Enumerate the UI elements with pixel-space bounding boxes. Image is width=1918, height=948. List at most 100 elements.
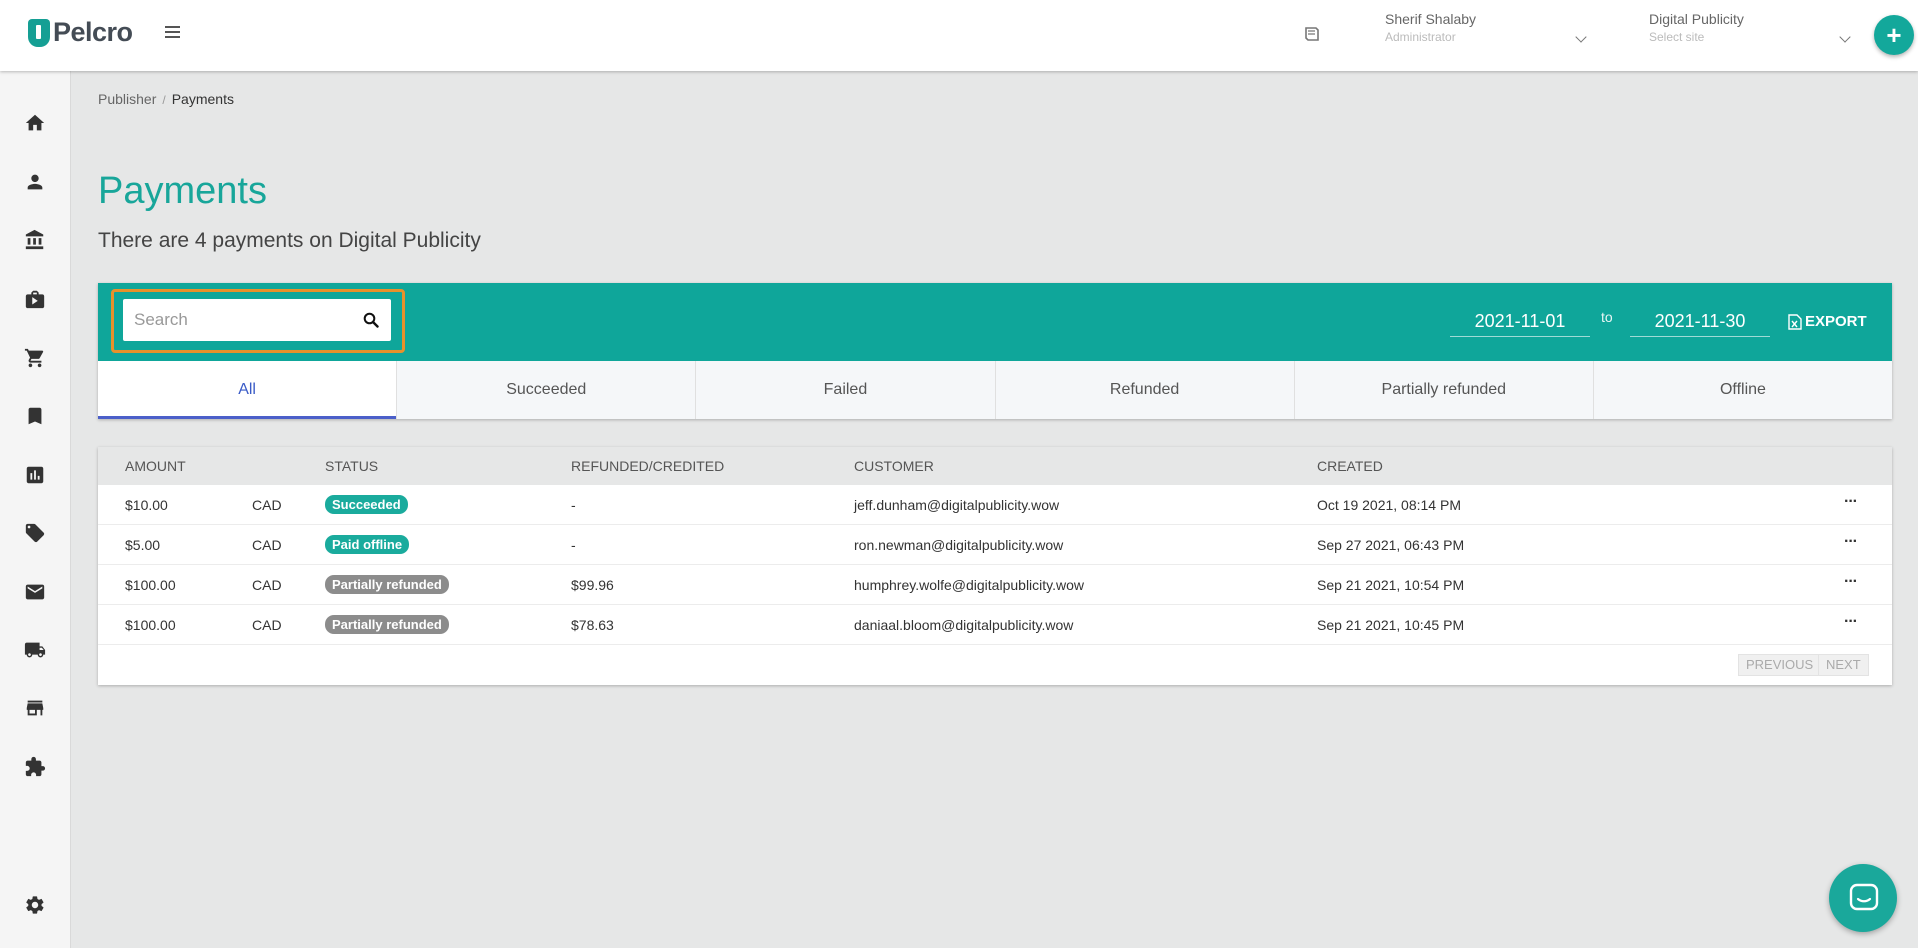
briefcase-icon bbox=[25, 290, 45, 309]
sidebar-item-orders[interactable] bbox=[23, 346, 47, 370]
site-placeholder: Select site bbox=[1649, 30, 1705, 44]
column-header-amount[interactable]: AMOUNT bbox=[125, 458, 186, 474]
previous-page-button[interactable]: PREVIOUS bbox=[1738, 654, 1822, 676]
sidebar-item-integrations[interactable] bbox=[23, 755, 47, 779]
amount-cell: $5.00 bbox=[125, 537, 161, 553]
chat-icon bbox=[1849, 883, 1879, 911]
sidebar-item-customers[interactable] bbox=[23, 170, 47, 194]
logo-text: Pelcro bbox=[53, 17, 133, 47]
amount-cell: $100.00 bbox=[125, 577, 176, 593]
date-to-input[interactable]: 2021-11-30 bbox=[1630, 307, 1770, 337]
user-selector[interactable]: Sherif Shalaby Administrator bbox=[1385, 11, 1587, 51]
more-options-icon[interactable]: ··· bbox=[1844, 533, 1858, 551]
sidebar-item-reports[interactable] bbox=[23, 463, 47, 487]
tab-partially-refunded[interactable]: Partially refunded bbox=[1295, 361, 1594, 419]
status-tabs: All Succeeded Failed Refunded Partially … bbox=[98, 361, 1892, 419]
payments-table: AMOUNT STATUS REFUNDED/CREDITED CUSTOMER… bbox=[98, 447, 1892, 685]
bookmark-icon bbox=[28, 407, 42, 425]
excel-file-icon bbox=[1788, 313, 1802, 330]
sidebar-item-products[interactable] bbox=[23, 287, 47, 311]
sidebar-item-store[interactable] bbox=[23, 696, 47, 720]
status-badge: Partially refunded bbox=[325, 615, 449, 634]
sidebar-item-settings[interactable] bbox=[23, 893, 47, 917]
tab-succeeded[interactable]: Succeeded bbox=[397, 361, 697, 419]
tab-all[interactable]: All bbox=[98, 361, 398, 419]
bank-icon bbox=[25, 229, 44, 250]
sidebar-item-emails[interactable] bbox=[23, 580, 47, 604]
sidebar-item-shipping[interactable] bbox=[23, 638, 47, 662]
mail-icon bbox=[25, 584, 45, 600]
refunded-cell: $99.96 bbox=[571, 577, 614, 593]
sidebar bbox=[0, 71, 71, 948]
puzzle-icon bbox=[25, 756, 46, 777]
created-cell: Sep 27 2021, 06:43 PM bbox=[1317, 537, 1465, 553]
cart-icon bbox=[24, 348, 44, 368]
pelcro-logo[interactable]: Pelcro bbox=[28, 17, 133, 48]
date-from-input[interactable]: 2021-11-01 bbox=[1450, 307, 1590, 337]
filter-panel: 2021-11-01 to 2021-11-30 EXPORT All Succ… bbox=[98, 283, 1892, 419]
sidebar-item-home[interactable] bbox=[23, 111, 47, 135]
menu-icon[interactable] bbox=[165, 26, 180, 38]
export-label: EXPORT bbox=[1805, 313, 1867, 330]
site-selector[interactable]: Digital Publicity Select site bbox=[1649, 11, 1851, 51]
breadcrumb-publisher[interactable]: Publisher bbox=[98, 91, 156, 107]
table-row[interactable]: $5.00 CAD Paid offline - ron.newman@digi… bbox=[98, 525, 1892, 565]
export-button[interactable]: EXPORT bbox=[1788, 313, 1867, 330]
gear-icon bbox=[26, 896, 44, 914]
table-row[interactable]: $100.00 CAD Partially refunded $78.63 da… bbox=[98, 605, 1892, 645]
add-button[interactable]: + bbox=[1874, 15, 1914, 55]
currency-cell: CAD bbox=[252, 537, 282, 553]
table-header: AMOUNT STATUS REFUNDED/CREDITED CUSTOMER… bbox=[98, 447, 1892, 485]
column-header-refunded[interactable]: REFUNDED/CREDITED bbox=[571, 458, 724, 474]
more-options-icon[interactable]: ··· bbox=[1844, 573, 1858, 591]
store-icon bbox=[26, 700, 44, 716]
home-icon bbox=[25, 114, 45, 131]
more-options-icon[interactable]: ··· bbox=[1844, 493, 1858, 511]
search-input[interactable] bbox=[123, 299, 353, 341]
customer-cell[interactable]: ron.newman@digitalpublicity.wow bbox=[854, 537, 1063, 553]
column-header-status[interactable]: STATUS bbox=[325, 458, 378, 474]
created-cell: Oct 19 2021, 08:14 PM bbox=[1317, 497, 1461, 513]
customer-cell[interactable]: daniaal.bloom@digitalpublicity.wow bbox=[854, 617, 1073, 633]
book-icon[interactable] bbox=[1304, 27, 1320, 41]
currency-cell: CAD bbox=[252, 497, 282, 513]
sidebar-item-bank[interactable] bbox=[23, 228, 47, 252]
table-row[interactable]: $10.00 CAD Succeeded - jeff.dunham@digit… bbox=[98, 485, 1892, 525]
sidebar-item-coupons[interactable] bbox=[23, 521, 47, 545]
tab-offline[interactable]: Offline bbox=[1594, 361, 1892, 419]
table-row[interactable]: $100.00 CAD Partially refunded $99.96 hu… bbox=[98, 565, 1892, 605]
column-header-customer[interactable]: CUSTOMER bbox=[854, 458, 934, 474]
amount-cell: $100.00 bbox=[125, 617, 176, 633]
search-box bbox=[123, 299, 391, 341]
status-badge: Succeeded bbox=[325, 495, 408, 514]
refunded-cell: $78.63 bbox=[571, 617, 614, 633]
customer-cell[interactable]: humphrey.wolfe@digitalpublicity.wow bbox=[854, 577, 1084, 593]
currency-cell: CAD bbox=[252, 577, 282, 593]
person-icon bbox=[27, 174, 43, 190]
page-title: Payments bbox=[98, 170, 267, 212]
tab-refunded[interactable]: Refunded bbox=[996, 361, 1295, 419]
refunded-cell: - bbox=[571, 537, 576, 553]
user-role: Administrator bbox=[1385, 30, 1456, 44]
site-name: Digital Publicity bbox=[1649, 11, 1744, 27]
filter-toolbar: 2021-11-01 to 2021-11-30 EXPORT bbox=[98, 283, 1892, 361]
tab-failed[interactable]: Failed bbox=[696, 361, 996, 419]
customer-cell[interactable]: jeff.dunham@digitalpublicity.wow bbox=[854, 497, 1059, 513]
column-header-created[interactable]: CREATED bbox=[1317, 458, 1383, 474]
breadcrumb: Publisher / Payments bbox=[98, 91, 234, 107]
date-range-separator: to bbox=[1601, 309, 1613, 325]
amount-cell: $10.00 bbox=[125, 497, 168, 513]
next-page-button[interactable]: NEXT bbox=[1818, 654, 1869, 676]
created-cell: Sep 21 2021, 10:54 PM bbox=[1317, 577, 1465, 593]
ticket-icon bbox=[25, 523, 45, 543]
more-options-icon[interactable]: ··· bbox=[1844, 613, 1858, 631]
breadcrumb-separator: / bbox=[162, 93, 166, 107]
sidebar-item-subscriptions[interactable] bbox=[23, 404, 47, 428]
status-badge: Partially refunded bbox=[325, 575, 449, 594]
chat-launcher-button[interactable] bbox=[1829, 864, 1897, 932]
search-icon[interactable] bbox=[363, 312, 379, 328]
currency-cell: CAD bbox=[252, 617, 282, 633]
created-cell: Sep 21 2021, 10:45 PM bbox=[1317, 617, 1465, 633]
status-badge: Paid offline bbox=[325, 535, 410, 554]
page-subtitle: There are 4 payments on Digital Publicit… bbox=[98, 229, 481, 252]
